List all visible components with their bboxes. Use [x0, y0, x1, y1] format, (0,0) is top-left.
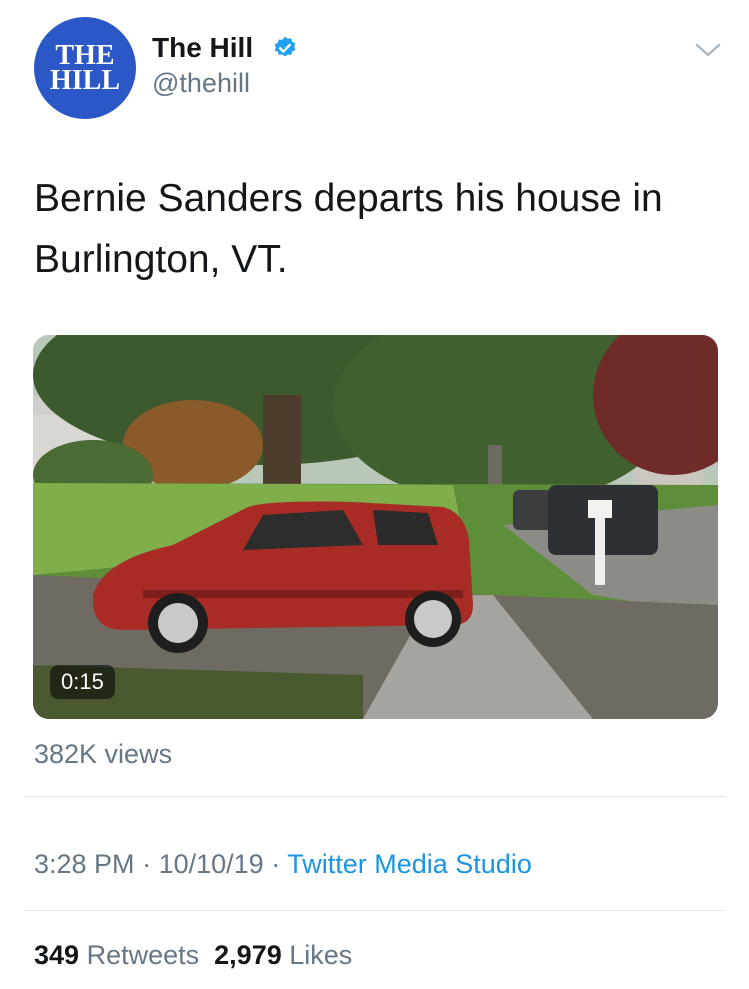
likes-label: Likes: [289, 940, 353, 970]
likes-count: 2,979: [214, 940, 282, 970]
video-thumbnail: [33, 335, 718, 719]
divider: [24, 796, 725, 797]
tweet-meta: 3:28 PM · 10/10/19 · Twitter Media Studi…: [34, 849, 532, 880]
divider: [24, 910, 725, 911]
retweets-count: 349: [34, 940, 80, 970]
retweets-label: Retweets: [86, 940, 200, 970]
video-duration-badge: 0:15: [50, 665, 115, 699]
tweet-time: 3:28 PM: [34, 849, 135, 879]
view-count: 382K views: [34, 739, 173, 769]
author-name[interactable]: The Hill: [152, 32, 253, 64]
video-player[interactable]: [33, 335, 718, 719]
engagement-stats: 349 Retweets 2,979 Likes: [34, 940, 352, 971]
meta-separator: ·: [271, 849, 281, 879]
tweet-text: Bernie Sanders departs his house in Burl…: [34, 177, 663, 281]
tweet-date[interactable]: 10/10/19: [159, 849, 264, 879]
retweets-stat[interactable]: 349 Retweets: [34, 940, 199, 970]
avatar[interactable]: THE HILL: [34, 17, 136, 119]
verified-badge-icon: [274, 36, 296, 57]
meta-separator: ·: [142, 849, 152, 879]
chevron-down-icon[interactable]: [694, 40, 722, 60]
likes-stat[interactable]: 2,979 Likes: [214, 940, 352, 970]
author-handle[interactable]: @thehill: [152, 68, 250, 99]
avatar-line2: HILL: [49, 65, 121, 96]
tweet-source-link[interactable]: Twitter Media Studio: [287, 849, 532, 879]
